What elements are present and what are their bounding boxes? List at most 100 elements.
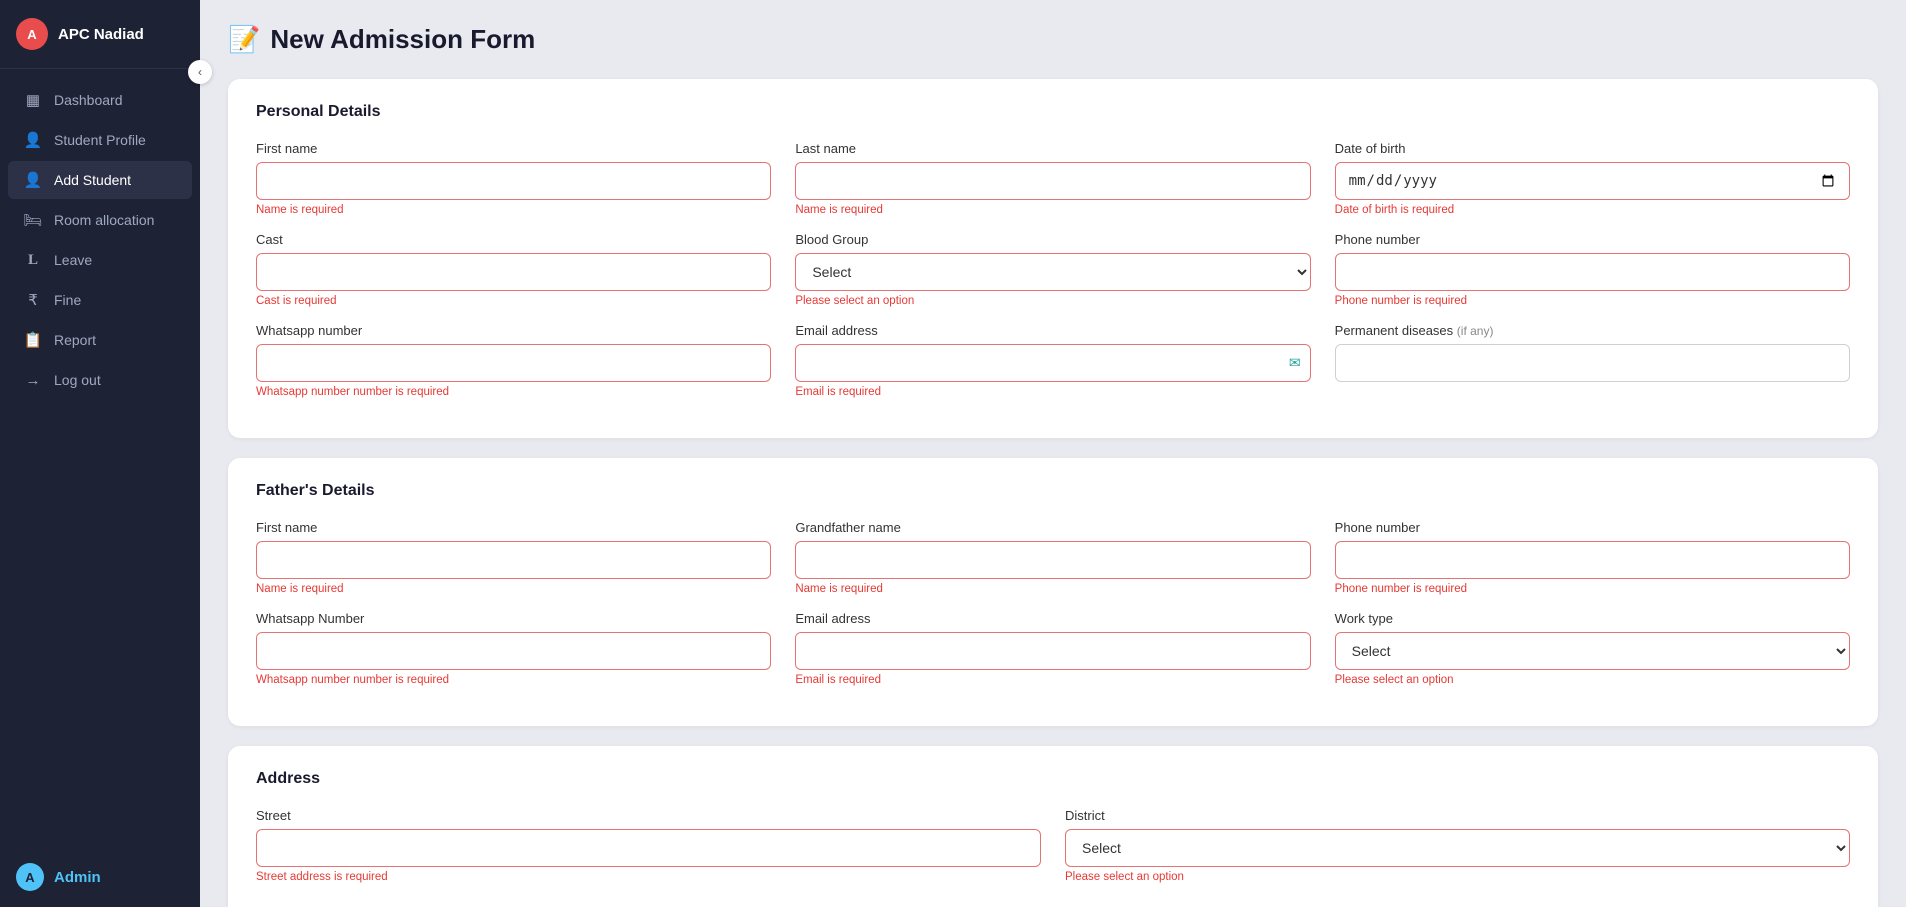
blood-group-error: Please select an option xyxy=(795,295,1310,307)
work-type-error: Please select an option xyxy=(1335,674,1850,686)
sidebar-item-label: Leave xyxy=(54,252,92,268)
email-group: Email address ✉ Email is required xyxy=(795,323,1310,398)
whatsapp-input[interactable] xyxy=(256,344,771,382)
father-whatsapp-error: Whatsapp number number is required xyxy=(256,674,771,686)
page-title: 📝 New Admission Form xyxy=(228,24,1878,55)
street-input[interactable] xyxy=(256,829,1041,867)
phone-error: Phone number is required xyxy=(1335,295,1850,307)
last-name-group: Last name Name is required xyxy=(795,141,1310,216)
sidebar-item-label: Student Profile xyxy=(54,132,146,148)
perm-diseases-label: Permanent diseases (if any) xyxy=(1335,323,1850,338)
logo-initials: A xyxy=(27,27,36,42)
dob-input[interactable] xyxy=(1335,162,1850,200)
sidebar-item-leave[interactable]: L Leave xyxy=(8,241,192,279)
room-allocation-icon: 🛏 xyxy=(24,211,42,229)
dob-label: Date of birth xyxy=(1335,141,1850,156)
work-type-select[interactable]: Select BusinessJobFarmerOther xyxy=(1335,632,1850,670)
admin-label: Admin xyxy=(54,869,101,886)
whatsapp-error: Whatsapp number number is required xyxy=(256,386,771,398)
phone-group: Phone number Phone number is required xyxy=(1335,232,1850,307)
grandfather-group: Grandfather name Name is required xyxy=(795,520,1310,595)
cast-label: Cast xyxy=(256,232,771,247)
admin-avatar: A xyxy=(16,863,44,891)
last-name-input[interactable] xyxy=(795,162,1310,200)
father-first-name-input[interactable] xyxy=(256,541,771,579)
grandfather-label: Grandfather name xyxy=(795,520,1310,535)
sidebar-item-fine[interactable]: ₹ Fine xyxy=(8,281,192,319)
father-phone-input[interactable] xyxy=(1335,541,1850,579)
father-email-error: Email is required xyxy=(795,674,1310,686)
father-first-name-error: Name is required xyxy=(256,583,771,595)
email-wrapper: ✉ xyxy=(795,344,1310,382)
sidebar: A APC Nadiad ‹ ▦ Dashboard 👤 Student Pro… xyxy=(0,0,200,907)
father-whatsapp-group: Whatsapp Number Whatsapp number number i… xyxy=(256,611,771,686)
perm-diseases-optional: (if any) xyxy=(1457,324,1494,338)
address-title: Address xyxy=(256,770,1850,788)
logo-circle: A xyxy=(16,18,48,50)
blood-group-label: Blood Group xyxy=(795,232,1310,247)
cast-input[interactable] xyxy=(256,253,771,291)
father-first-name-group: First name Name is required xyxy=(256,520,771,595)
sidebar-item-label: Room allocation xyxy=(54,212,154,228)
dashboard-icon: ▦ xyxy=(24,91,42,109)
blood-group-select[interactable]: Select A+A-B+B- AB+AB-O+O- xyxy=(795,253,1310,291)
last-name-label: Last name xyxy=(795,141,1310,156)
sidebar-nav: ▦ Dashboard 👤 Student Profile 👤 Add Stud… xyxy=(0,69,200,847)
email-input[interactable] xyxy=(795,344,1310,382)
sidebar-item-dashboard[interactable]: ▦ Dashboard xyxy=(8,81,192,119)
district-select[interactable]: Select xyxy=(1065,829,1850,867)
page-title-icon: 📝 xyxy=(228,24,260,55)
first-name-group: First name Name is required xyxy=(256,141,771,216)
fathers-details-card: Father's Details First name Name is requ… xyxy=(228,458,1878,726)
dob-group: Date of birth Date of birth is required xyxy=(1335,141,1850,216)
sidebar-item-label: Report xyxy=(54,332,96,348)
email-label: Email address xyxy=(795,323,1310,338)
student-profile-icon: 👤 xyxy=(24,131,42,149)
father-phone-label: Phone number xyxy=(1335,520,1850,535)
district-group: District Select Please select an option xyxy=(1065,808,1850,883)
sidebar-admin: A Admin xyxy=(0,847,200,907)
address-card: Address Street Street address is require… xyxy=(228,746,1878,907)
father-whatsapp-label: Whatsapp Number xyxy=(256,611,771,626)
father-email-input[interactable] xyxy=(795,632,1310,670)
whatsapp-label: Whatsapp number xyxy=(256,323,771,338)
sidebar-item-label: Add Student xyxy=(54,172,131,188)
report-icon: 📋 xyxy=(24,331,42,349)
sidebar-item-room-allocation[interactable]: 🛏 Room allocation xyxy=(8,201,192,239)
add-student-icon: 👤 xyxy=(24,171,42,189)
work-type-group: Work type Select BusinessJobFarmerOther … xyxy=(1335,611,1850,686)
sidebar-collapse-button[interactable]: ‹ xyxy=(188,60,212,84)
fine-icon: ₹ xyxy=(24,291,42,309)
main-content: 📝 New Admission Form Personal Details Fi… xyxy=(200,0,1906,907)
district-label: District xyxy=(1065,808,1850,823)
phone-label: Phone number xyxy=(1335,232,1850,247)
whatsapp-group: Whatsapp number Whatsapp number number i… xyxy=(256,323,771,398)
father-first-name-label: First name xyxy=(256,520,771,535)
app-name: APC Nadiad xyxy=(58,26,144,43)
grandfather-input[interactable] xyxy=(795,541,1310,579)
sidebar-item-label: Fine xyxy=(54,292,81,308)
first-name-error: Name is required xyxy=(256,204,771,216)
sidebar-item-logout[interactable]: → Log out xyxy=(8,361,192,399)
blood-group-group: Blood Group Select A+A-B+B- AB+AB-O+O- P… xyxy=(795,232,1310,307)
last-name-error: Name is required xyxy=(795,204,1310,216)
perm-diseases-input[interactable] xyxy=(1335,344,1850,382)
fathers-details-title: Father's Details xyxy=(256,482,1850,500)
father-whatsapp-input[interactable] xyxy=(256,632,771,670)
first-name-label: First name xyxy=(256,141,771,156)
phone-input[interactable] xyxy=(1335,253,1850,291)
logout-icon: → xyxy=(24,371,42,389)
dob-error: Date of birth is required xyxy=(1335,204,1850,216)
personal-details-card: Personal Details First name Name is requ… xyxy=(228,79,1878,438)
street-group: Street Street address is required xyxy=(256,808,1041,883)
father-email-group: Email adress Email is required xyxy=(795,611,1310,686)
sidebar-item-student-profile[interactable]: 👤 Student Profile xyxy=(8,121,192,159)
sidebar-item-label: Dashboard xyxy=(54,92,123,108)
street-error: Street address is required xyxy=(256,871,1041,883)
father-email-label: Email adress xyxy=(795,611,1310,626)
father-phone-error: Phone number is required xyxy=(1335,583,1850,595)
first-name-input[interactable] xyxy=(256,162,771,200)
sidebar-item-report[interactable]: 📋 Report xyxy=(8,321,192,359)
sidebar-item-add-student[interactable]: 👤 Add Student xyxy=(8,161,192,199)
sidebar-logo: A APC Nadiad xyxy=(0,0,200,69)
